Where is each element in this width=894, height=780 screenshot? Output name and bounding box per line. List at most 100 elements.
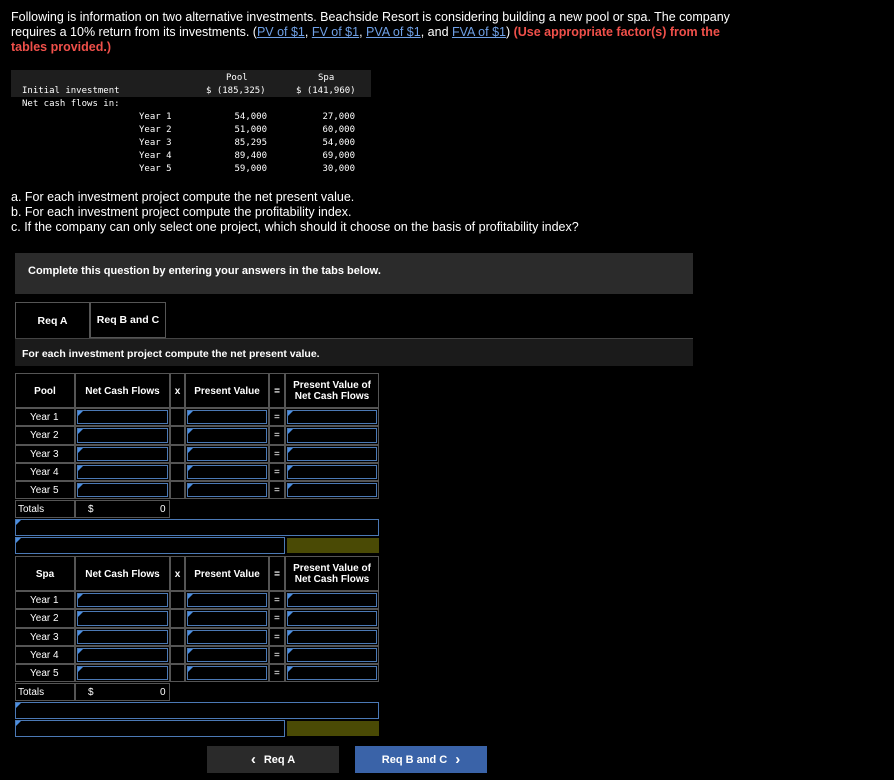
net-cash-flow-input[interactable]	[77, 483, 168, 498]
npv-result-label-input[interactable]	[15, 536, 285, 554]
present-value-factor-input[interactable]	[187, 446, 267, 461]
question-a: a. For each investment project compute t…	[11, 190, 355, 204]
equals-sign: =	[274, 485, 280, 497]
prev-button-label: Req A	[263, 753, 296, 766]
pv-net-cash-flow-input[interactable]	[287, 428, 377, 443]
row-year-label: Year 1	[30, 412, 59, 423]
year-label: Year 2	[139, 125, 172, 135]
spa-cash-flow: 69,000	[322, 151, 355, 161]
pool-cash-flow: 51,000	[234, 125, 267, 135]
row-year-label: Year 3	[30, 448, 59, 460]
npv-result-label-input[interactable]	[15, 719, 285, 737]
equals-sign: =	[274, 649, 280, 661]
col-pool: Pool	[226, 73, 248, 83]
equals-sign: =	[274, 595, 280, 606]
initial-pool: $ (185,325)	[206, 86, 266, 96]
pv-net-cash-flow-input[interactable]	[287, 647, 377, 663]
equals-sign: =	[274, 386, 280, 397]
dollar-sign: $	[88, 686, 94, 698]
dollar-sign: $	[88, 503, 94, 515]
intro-paragraph: Following is information on two alternat…	[11, 10, 730, 54]
header-pv-net-cash-flows: Present Value of Net Cash Flows	[293, 563, 371, 585]
pv-link[interactable]: PV of $1	[257, 25, 305, 39]
pv-net-cash-flow-input[interactable]	[287, 666, 377, 681]
net-cash-flow-input[interactable]	[77, 611, 168, 626]
present-value-factor-input[interactable]	[187, 611, 267, 626]
row-year-label: Year 5	[30, 485, 59, 497]
row-year-label: Year 2	[30, 613, 59, 625]
complete-instructions: Complete this question by entering your …	[15, 253, 693, 294]
tab-instruction: For each investment project compute the …	[15, 338, 693, 366]
equals-sign: =	[274, 631, 280, 643]
equals-sign: =	[274, 412, 280, 423]
next-button-label: Req B and C	[381, 753, 448, 766]
pv-net-cash-flow-input[interactable]	[287, 611, 377, 626]
initial-investment-label: Initial investment	[22, 86, 120, 96]
header-net-cash-flows: Net Cash Flows	[85, 569, 160, 580]
present-value-factor-input[interactable]	[187, 647, 267, 663]
questions-list: a. For each investment project compute t…	[11, 190, 579, 235]
present-value-factor-input[interactable]	[187, 666, 267, 681]
tab-req-a[interactable]: Req A	[15, 302, 90, 338]
pv-net-cash-flow-input[interactable]	[287, 410, 377, 425]
npv-label-input[interactable]	[15, 518, 379, 536]
totals-label: Totals	[18, 503, 45, 515]
net-cash-flow-input[interactable]	[77, 410, 168, 425]
pool-cash-flow: 85,295	[234, 138, 267, 148]
multiply-sign: x	[174, 569, 181, 580]
net-cash-flow-input[interactable]	[77, 666, 168, 681]
multiply-sign: x	[174, 386, 181, 397]
tab-req-bc[interactable]: Req B and C	[90, 302, 166, 338]
equals-sign: =	[274, 668, 280, 680]
net-cash-flow-input[interactable]	[77, 647, 168, 663]
pool-cash-flow: 54,000	[234, 112, 267, 122]
initial-spa: $ (141,960)	[296, 86, 356, 96]
net-cash-label: Net cash flows in:	[22, 99, 120, 109]
total-net-cash-flows: 0	[160, 503, 166, 515]
total-net-cash-flows: 0	[160, 686, 166, 698]
investment-data-table: Pool Spa Initial investment $ (185,325) …	[11, 70, 371, 185]
pv-net-cash-flow-input[interactable]	[287, 629, 377, 644]
header-pv-net-cash-flows: Present Value of Net Cash Flows	[293, 380, 371, 402]
pool-table-title: Pool	[34, 386, 56, 397]
present-value-factor-input[interactable]	[187, 593, 267, 608]
prev-button[interactable]: ‹ Req A	[207, 746, 339, 773]
header-present-value: Present Value	[194, 569, 260, 580]
fv-link[interactable]: FV of $1	[312, 25, 359, 39]
pva-link[interactable]: PVA of $1	[366, 25, 421, 39]
pv-net-cash-flow-input[interactable]	[287, 483, 377, 498]
pv-net-cash-flow-input[interactable]	[287, 593, 377, 608]
col-spa: Spa	[318, 73, 335, 83]
equals-sign: =	[274, 430, 280, 442]
header-present-value: Present Value	[194, 386, 260, 397]
fva-link[interactable]: FVA of $1	[452, 25, 506, 39]
row-year-label: Year 4	[30, 649, 59, 661]
next-button[interactable]: Req B and C ›	[355, 746, 487, 773]
spa-cash-flow: 60,000	[322, 125, 355, 135]
question-b: b. For each investment project compute t…	[11, 205, 352, 219]
question-c: c. If the company can only select one pr…	[11, 220, 579, 234]
present-value-factor-input[interactable]	[187, 629, 267, 644]
chevron-left-icon: ‹	[250, 751, 256, 768]
equals-sign: =	[274, 613, 280, 625]
row-year-label: Year 3	[30, 631, 59, 643]
present-value-factor-input[interactable]	[187, 464, 267, 480]
net-cash-flow-input[interactable]	[77, 428, 168, 443]
present-value-factor-input[interactable]	[187, 410, 267, 425]
spa-cash-flow: 30,000	[322, 164, 355, 174]
chevron-right-icon: ›	[455, 751, 461, 768]
net-cash-flow-input[interactable]	[77, 629, 168, 644]
net-cash-flow-input[interactable]	[77, 446, 168, 461]
present-value-factor-input[interactable]	[187, 483, 267, 498]
net-cash-flow-input[interactable]	[77, 464, 168, 480]
present-value-factor-input[interactable]	[187, 428, 267, 443]
row-year-label: Year 1	[30, 595, 59, 606]
pool-cash-flow: 59,000	[234, 164, 267, 174]
equals-sign: =	[274, 466, 280, 478]
net-cash-flow-input[interactable]	[77, 593, 168, 608]
spa-cash-flow: 27,000	[322, 112, 355, 122]
npv-label-input[interactable]	[15, 701, 379, 719]
year-label: Year 1	[139, 112, 172, 122]
pv-net-cash-flow-input[interactable]	[287, 464, 377, 480]
pv-net-cash-flow-input[interactable]	[287, 446, 377, 461]
